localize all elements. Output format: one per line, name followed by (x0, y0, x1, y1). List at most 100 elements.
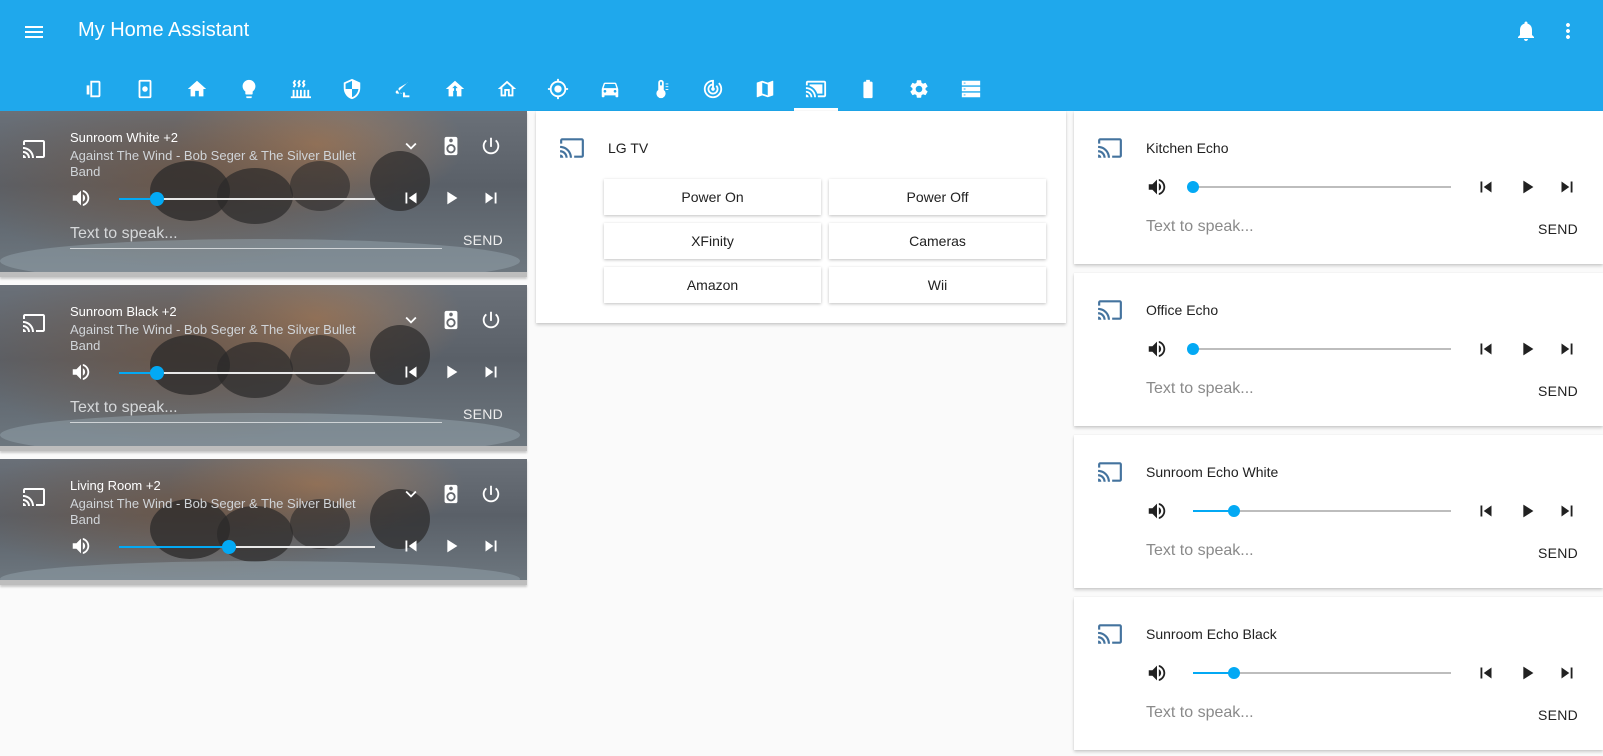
volume-slider[interactable] (119, 366, 375, 380)
volume-slider[interactable] (1193, 667, 1451, 679)
power-off-button[interactable]: Power Off (829, 179, 1046, 215)
tab-car[interactable] (584, 66, 636, 111)
skip-previous-icon[interactable] (400, 187, 422, 209)
volume-icon[interactable] (1146, 500, 1168, 522)
thermometer-icon (656, 79, 669, 98)
send-button[interactable]: SEND (1538, 707, 1578, 723)
skip-next-icon[interactable] (1556, 500, 1578, 522)
tts-input[interactable]: Text to speak... (1146, 542, 1254, 560)
power-on-button[interactable]: Power On (604, 179, 821, 215)
tab-climate[interactable] (274, 66, 326, 111)
send-button[interactable]: SEND (1538, 221, 1578, 237)
volume-knob[interactable] (1187, 343, 1199, 355)
skip-previous-icon[interactable] (400, 361, 422, 383)
play-icon[interactable] (1516, 338, 1538, 360)
volume-icon[interactable] (1146, 338, 1168, 360)
volume-icon[interactable] (70, 535, 92, 557)
tab-radar[interactable] (687, 66, 739, 111)
menu-icon[interactable] (22, 20, 46, 44)
skip-next-icon[interactable] (480, 187, 502, 209)
volume-icon[interactable] (70, 187, 92, 209)
chevron-down-icon[interactable] (400, 309, 422, 331)
skip-next-icon[interactable] (480, 361, 502, 383)
chevron-down-icon[interactable] (400, 483, 422, 505)
volume-slider[interactable] (119, 540, 375, 554)
tts-input[interactable]: Text to speak... (1146, 704, 1254, 722)
echo-name: Kitchen Echo (1146, 140, 1229, 156)
volume-knob[interactable] (150, 192, 165, 206)
media-player-card: Living Room +2 Against The Wind - Bob Se… (0, 459, 527, 585)
play-icon[interactable] (440, 535, 462, 557)
play-icon[interactable] (1516, 662, 1538, 684)
power-icon[interactable] (480, 135, 502, 157)
send-button[interactable]: SEND (1538, 383, 1578, 399)
lightbulb-icon (242, 79, 255, 98)
play-icon[interactable] (1516, 500, 1538, 522)
skip-previous-icon[interactable] (1475, 176, 1497, 198)
tab-server[interactable] (945, 66, 997, 111)
volume-knob[interactable] (1187, 181, 1199, 193)
tab-cameras[interactable] (378, 66, 430, 111)
play-icon[interactable] (440, 187, 462, 209)
tab-lights[interactable] (223, 66, 275, 111)
tab-tablet-cellphone[interactable] (68, 66, 120, 111)
tab-settings[interactable] (894, 66, 946, 111)
amazon-button[interactable]: Amazon (604, 267, 821, 303)
volume-knob[interactable] (222, 540, 237, 554)
volume-knob[interactable] (150, 366, 165, 380)
tab-media[interactable] (790, 66, 842, 111)
skip-next-icon[interactable] (1556, 662, 1578, 684)
skip-previous-icon[interactable] (1475, 338, 1497, 360)
speaker-icon[interactable] (440, 483, 462, 505)
cast-icon (1097, 297, 1123, 323)
tab-thermometer[interactable] (636, 66, 688, 111)
more-vert-icon[interactable] (1556, 19, 1580, 43)
map-icon (756, 80, 773, 97)
speaker-icon[interactable] (440, 309, 462, 331)
xfinity-button[interactable]: XFinity (604, 223, 821, 259)
tts-input[interactable]: Text to speak... (1146, 218, 1254, 236)
cameras-button[interactable]: Cameras (829, 223, 1046, 259)
play-icon[interactable] (1516, 176, 1538, 198)
skip-next-icon[interactable] (1556, 176, 1578, 198)
wii-button[interactable]: Wii (829, 267, 1046, 303)
volume-slider[interactable] (1187, 181, 1451, 193)
volume-slider[interactable] (1193, 505, 1451, 517)
card-divider (0, 446, 527, 451)
tab-tracker[interactable] (532, 66, 584, 111)
card-divider (0, 272, 527, 277)
send-button[interactable]: SEND (1538, 545, 1578, 561)
skip-previous-icon[interactable] (400, 535, 422, 557)
send-button[interactable]: SEND (463, 232, 503, 248)
speaker-icon[interactable] (440, 135, 462, 157)
tab-home-up[interactable] (429, 66, 481, 111)
tab-home-outline[interactable] (481, 66, 533, 111)
power-icon[interactable] (480, 309, 502, 331)
radiator-icon (291, 79, 312, 98)
power-icon[interactable] (480, 483, 502, 505)
play-icon[interactable] (440, 361, 462, 383)
skip-next-icon[interactable] (1556, 338, 1578, 360)
skip-next-icon[interactable] (480, 535, 502, 557)
tab-security[interactable] (326, 66, 378, 111)
tab-battery[interactable] (842, 66, 894, 111)
tab-home[interactable] (171, 66, 223, 111)
tts-input[interactable]: Text to speak... (1146, 380, 1254, 398)
volume-icon[interactable] (1146, 662, 1168, 684)
radar-icon (703, 79, 723, 98)
bell-icon[interactable] (1514, 19, 1538, 43)
volume-icon[interactable] (70, 361, 92, 383)
volume-fill (119, 546, 230, 548)
tts-input[interactable]: Text to speak... (70, 397, 442, 423)
chevron-down-icon[interactable] (400, 135, 422, 157)
tab-tablet-settings[interactable] (120, 66, 172, 111)
volume-slider[interactable] (119, 192, 375, 206)
volume-slider[interactable] (1187, 343, 1451, 355)
tts-input[interactable]: Text to speak... (70, 223, 442, 249)
volume-icon[interactable] (1146, 176, 1168, 198)
tab-map[interactable] (739, 66, 791, 111)
view-tabs (68, 66, 997, 111)
skip-previous-icon[interactable] (1475, 500, 1497, 522)
skip-previous-icon[interactable] (1475, 662, 1497, 684)
send-button[interactable]: SEND (463, 406, 503, 422)
